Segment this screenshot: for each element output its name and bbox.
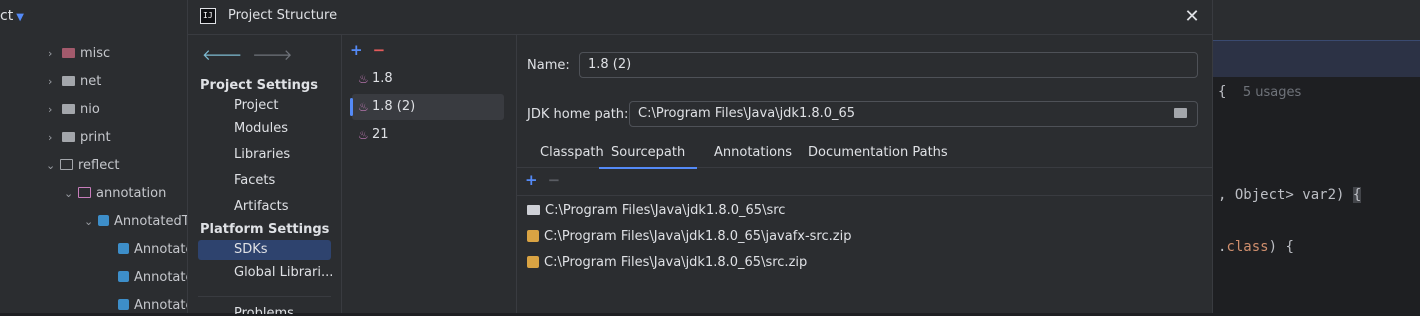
- project-tool-window: ct ▼ › misc › net › nio › print ⌄ reflect ⌄ ann…: [0, 0, 195, 313]
- code-line-class: .class) {: [1218, 239, 1294, 255]
- sdk-item-1-8-2[interactable]: ♨ 1.8 (2): [350, 94, 504, 120]
- settings-navigation: 🡐 🡒 Project Settings Project Modules Libr…: [188, 35, 342, 314]
- editor-current-line: [1212, 40, 1420, 77]
- sdk-toolbar: + −: [350, 41, 385, 59]
- tree-item-nio[interactable]: › nio: [48, 100, 100, 120]
- sdk-item-21[interactable]: ♨ 21: [352, 122, 504, 148]
- class-icon: [118, 271, 129, 282]
- chevron-right-icon[interactable]: ›: [48, 72, 62, 92]
- chevron-right-icon[interactable]: ›: [48, 128, 62, 148]
- code-line-brace: { 5 usages: [1218, 84, 1302, 100]
- editor-tab-bar: [1212, 0, 1420, 40]
- chevron-down-icon[interactable]: ⌄: [64, 184, 78, 204]
- tree-item-annotate-3[interactable]: Annotate: [118, 296, 193, 316]
- sdk-list-panel: + − ♨ 1.8 ♨ 1.8 (2) ♨ 21: [342, 35, 517, 313]
- project-header-label: ct: [0, 8, 14, 24]
- add-path-button[interactable]: +: [525, 171, 538, 189]
- nav-history: 🡐 🡒: [202, 45, 292, 64]
- project-view-header[interactable]: ct ▼: [0, 8, 24, 24]
- sdk-detail-panel: Name: 1.8 (2) JDK home path: C:\Program …: [517, 35, 1212, 313]
- chevron-down-icon[interactable]: ⌄: [46, 156, 60, 176]
- nav-item-libraries[interactable]: Libraries: [234, 145, 290, 165]
- java-sdk-icon: ♨: [358, 100, 369, 114]
- tree-item-annotation[interactable]: ⌄ annotation: [64, 184, 166, 204]
- remove-sdk-button[interactable]: −: [373, 41, 386, 59]
- package-folder-icon: [78, 187, 91, 198]
- name-label: Name:: [527, 58, 570, 73]
- sdk-item-1-8[interactable]: ♨ 1.8: [352, 66, 504, 92]
- path-item-javafx-src-zip[interactable]: C:\Program Files\Java\jdk1.8.0_65\javafx…: [527, 227, 851, 247]
- tab-classpath[interactable]: Classpath: [540, 145, 604, 167]
- nav-item-artifacts[interactable]: Artifacts: [234, 197, 289, 217]
- chevron-down-icon[interactable]: ▼: [16, 12, 24, 23]
- intellij-app-icon: IJ: [200, 8, 216, 24]
- jdk-home-label: JDK home path:: [527, 107, 629, 122]
- tree-item-reflect[interactable]: ⌄ reflect: [46, 156, 120, 176]
- path-item-src[interactable]: C:\Program Files\Java\jdk1.8.0_65\src: [527, 201, 785, 221]
- folder-icon: [62, 76, 75, 86]
- add-sdk-button[interactable]: +: [350, 41, 363, 59]
- java-sdk-icon: ♨: [358, 128, 369, 142]
- nav-divider: [198, 296, 331, 297]
- chevron-down-icon[interactable]: ⌄: [84, 212, 98, 232]
- class-icon: [118, 299, 129, 310]
- project-structure-dialog: IJ Project Structure ✕ 🡐 🡒 Project Settin…: [187, 0, 1213, 314]
- sdk-path-tabs: Classpath Sourcepath Annotations Documen…: [517, 141, 1212, 169]
- remove-path-button[interactable]: −: [548, 171, 561, 189]
- tree-item-misc[interactable]: › misc: [48, 44, 110, 64]
- folder-icon: [62, 104, 75, 114]
- jdk-home-path-field[interactable]: C:\Program Files\Java\jdk1.8.0_65: [629, 101, 1198, 127]
- tree-item-annotatedtype[interactable]: ⌄ AnnotatedTy: [84, 212, 195, 232]
- dialog-title: Project Structure: [228, 8, 338, 23]
- class-icon: [118, 243, 129, 254]
- project-settings-heading: Project Settings: [200, 78, 318, 93]
- folder-icon: [62, 48, 75, 58]
- path-list-divider: [517, 195, 1212, 196]
- java-sdk-icon: ♨: [358, 72, 369, 86]
- tree-item-annotate-2[interactable]: Annotate: [118, 268, 193, 288]
- tab-sourcepath[interactable]: Sourcepath: [599, 145, 698, 169]
- platform-settings-heading: Platform Settings: [200, 222, 330, 237]
- dialog-titlebar[interactable]: IJ Project Structure ✕: [188, 0, 1212, 35]
- tab-documentation-paths[interactable]: Documentation Paths: [808, 145, 948, 167]
- tree-item-annotate-1[interactable]: Annotate: [118, 240, 193, 260]
- class-icon: [98, 215, 109, 226]
- folder-icon: [62, 132, 75, 142]
- path-item-src-zip[interactable]: C:\Program Files\Java\jdk1.8.0_65\src.zi…: [527, 253, 807, 273]
- nav-item-project[interactable]: Project: [234, 96, 278, 116]
- close-button[interactable]: ✕: [1182, 7, 1202, 27]
- back-arrow-icon[interactable]: 🡐: [202, 46, 242, 64]
- chevron-right-icon[interactable]: ›: [48, 44, 62, 64]
- forward-arrow-icon[interactable]: 🡒: [252, 46, 292, 64]
- nav-item-sdks[interactable]: SDKs: [198, 240, 331, 260]
- tab-annotations[interactable]: Annotations: [714, 145, 792, 167]
- chevron-right-icon[interactable]: ›: [48, 100, 62, 120]
- tree-item-net[interactable]: › net: [48, 72, 101, 92]
- path-toolbar: + −: [525, 171, 560, 189]
- folder-icon: [527, 205, 540, 215]
- folder-icon[interactable]: [1174, 108, 1187, 118]
- code-editor[interactable]: { 5 usages , Object> var2) { .class) {: [1212, 0, 1420, 313]
- folder-icon: [60, 159, 73, 170]
- code-line-signature: , Object> var2) {: [1218, 187, 1362, 203]
- nav-item-global-libraries[interactable]: Global Librari...: [234, 263, 333, 283]
- zip-archive-icon: [527, 230, 539, 242]
- name-field[interactable]: 1.8 (2): [579, 52, 1198, 78]
- nav-item-modules[interactable]: Modules: [234, 119, 288, 139]
- zip-archive-icon: [527, 256, 539, 268]
- nav-item-facets[interactable]: Facets: [234, 171, 275, 191]
- usages-hint[interactable]: 5 usages: [1243, 85, 1301, 100]
- tree-item-print[interactable]: › print: [48, 128, 111, 148]
